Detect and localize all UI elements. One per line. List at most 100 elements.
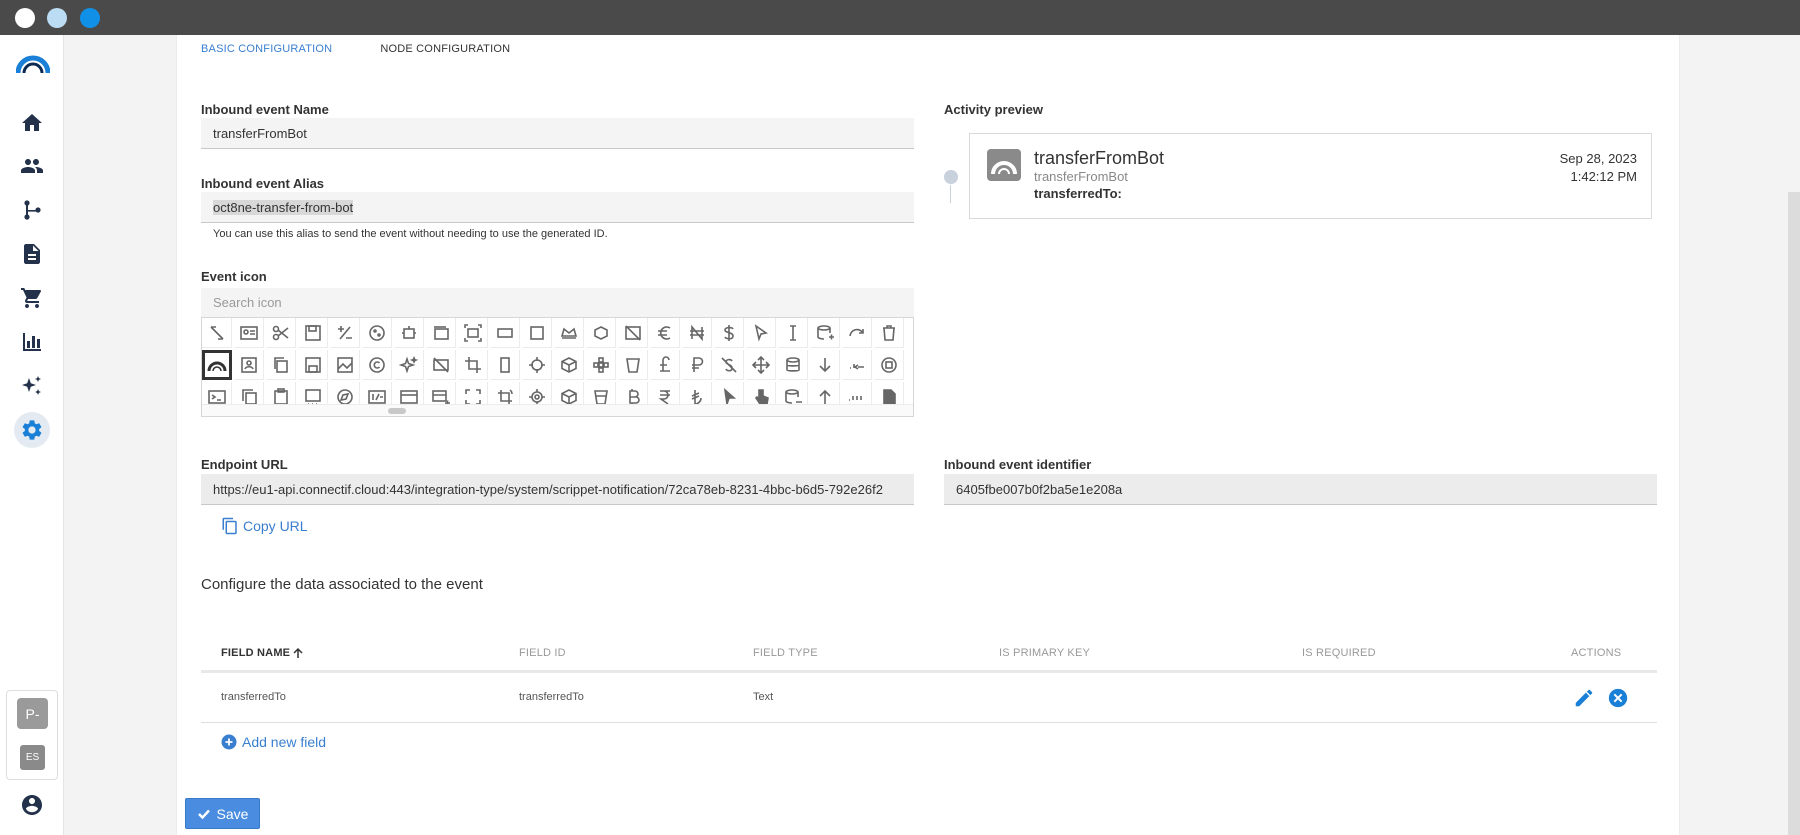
- cards-stack-icon[interactable]: [426, 318, 456, 348]
- bridge-blocks-icon[interactable]: [586, 350, 616, 380]
- sidebar-item-account[interactable]: [14, 787, 50, 823]
- cube-icon[interactable]: [554, 350, 584, 380]
- profile-badge[interactable]: P-: [17, 698, 48, 729]
- icon-grid-scrollbar-thumb[interactable]: [388, 408, 406, 414]
- pencil-icon: [1575, 689, 1593, 707]
- naira-icon[interactable]: [682, 318, 712, 348]
- page-scrollbar-thumb[interactable]: [1788, 192, 1800, 835]
- dollar-icon[interactable]: [714, 318, 744, 348]
- trash-icon[interactable]: [874, 318, 904, 348]
- cell-field-name: transferredTo: [221, 691, 286, 703]
- window-maximize-control[interactable]: [80, 8, 100, 28]
- content-save-icon[interactable]: [298, 350, 328, 380]
- save-button-label: Save: [216, 805, 249, 822]
- sort-ascending-icon: [293, 647, 303, 658]
- sidebar-item-content[interactable]: [14, 236, 50, 272]
- icon-grid-scrollbar[interactable]: [202, 404, 913, 416]
- crop-icon[interactable]: [458, 350, 488, 380]
- event-alias-label: Inbound event Alias: [201, 176, 325, 191]
- timeline-dot: [944, 170, 958, 184]
- cursor-move-icon[interactable]: [746, 350, 776, 380]
- column-field-id[interactable]: FIELD ID: [519, 647, 566, 659]
- card-off-icon[interactable]: [426, 350, 456, 380]
- scissors-icon[interactable]: [266, 318, 296, 348]
- check-icon: [197, 809, 210, 819]
- copy-url-link[interactable]: Copy URL: [221, 517, 308, 535]
- cursor-icon[interactable]: [746, 318, 776, 348]
- event-name-input[interactable]: transferFromBot: [201, 118, 914, 149]
- crosshairs-icon[interactable]: [522, 350, 552, 380]
- cube-move-icon[interactable]: [586, 318, 616, 348]
- column-is-required[interactable]: IS REQUIRED: [1302, 647, 1376, 659]
- portrait-rectangle-icon[interactable]: [490, 350, 520, 380]
- column-field-name-label: FIELD NAME: [221, 647, 291, 659]
- tab-node-configuration[interactable]: NODE CONFIGURATION: [380, 43, 510, 55]
- connectif-logo-icon[interactable]: [16, 53, 50, 75]
- column-field-name[interactable]: FIELD NAME: [221, 647, 304, 659]
- database-icon[interactable]: [778, 350, 808, 380]
- id-card-icon[interactable]: [234, 318, 264, 348]
- timeline-line: [950, 185, 951, 203]
- copy-doc-icon[interactable]: [266, 350, 296, 380]
- pound-icon[interactable]: [650, 350, 680, 380]
- custom-arch-icon[interactable]: [202, 350, 232, 380]
- plus-minus-icon[interactable]: [330, 318, 360, 348]
- tab-basic-configuration[interactable]: BASIC CONFIGURATION: [201, 43, 332, 55]
- sidebar-item-settings[interactable]: [14, 412, 50, 448]
- sidebar-item-workflows[interactable]: [14, 192, 50, 228]
- sidebar-item-store[interactable]: [14, 280, 50, 316]
- floppy-save-icon[interactable]: [298, 318, 328, 348]
- cookie-icon[interactable]: [362, 318, 392, 348]
- window-titlebar: [0, 0, 1800, 35]
- event-name-label: Inbound event Name: [201, 102, 329, 117]
- copyright-icon[interactable]: [362, 350, 392, 380]
- redo-icon[interactable]: [842, 318, 872, 348]
- text-cursor-icon[interactable]: [778, 318, 808, 348]
- cup-icon[interactable]: [618, 350, 648, 380]
- image-edit-icon[interactable]: [330, 350, 360, 380]
- event-alias-input[interactable]: oct8ne-transfer-from-bot: [201, 192, 914, 223]
- decimal-decrease-icon[interactable]: [842, 350, 872, 380]
- frame-icon[interactable]: [458, 318, 488, 348]
- preview-event-icon: [987, 149, 1021, 181]
- currency-off-icon[interactable]: [714, 350, 744, 380]
- page-scrollbar[interactable]: [1788, 35, 1800, 835]
- copy-url-label: Copy URL: [243, 518, 308, 534]
- window-minimize-control[interactable]: [47, 8, 67, 28]
- icon-search-input[interactable]: [201, 288, 914, 317]
- stars-icon[interactable]: [394, 350, 424, 380]
- event-identifier-field[interactable]: 6405fbe007b0f2ba5e1e208a: [944, 474, 1657, 505]
- cart-icon: [21, 288, 42, 308]
- language-badge[interactable]: ES: [20, 745, 45, 770]
- activity-preview-card: transferFromBot transferFromBot transfer…: [969, 133, 1652, 219]
- square-icon[interactable]: [522, 318, 552, 348]
- home-icon: [22, 114, 42, 131]
- cell-field-id: transferredTo: [519, 691, 584, 703]
- crown-icon[interactable]: [554, 318, 584, 348]
- delete-field-button[interactable]: [1607, 687, 1629, 709]
- image-off-icon[interactable]: [618, 318, 648, 348]
- robot-icon[interactable]: [394, 318, 424, 348]
- endpoint-url-field[interactable]: https://eu1-api.connectif.cloud:443/inte…: [201, 474, 914, 505]
- sidebar-item-contacts[interactable]: [14, 148, 50, 184]
- trash-circle-icon[interactable]: [874, 350, 904, 380]
- sidebar-item-home[interactable]: [14, 105, 50, 141]
- people-icon: [21, 159, 43, 173]
- database-plus-icon[interactable]: [810, 318, 840, 348]
- window-close-control[interactable]: [15, 8, 35, 28]
- edit-field-button[interactable]: [1573, 687, 1595, 709]
- ruble-icon[interactable]: [682, 350, 712, 380]
- icon-picker-grid: [201, 317, 914, 417]
- column-field-type[interactable]: FIELD TYPE: [753, 647, 818, 659]
- column-is-primary-key[interactable]: IS PRIMARY KEY: [999, 647, 1090, 659]
- fields-table-header: FIELD NAME FIELD ID FIELD TYPE IS PRIMAR…: [201, 635, 1657, 673]
- sidebar-item-ai[interactable]: [14, 368, 50, 404]
- arrow-down-icon[interactable]: [810, 350, 840, 380]
- euro-icon[interactable]: [650, 318, 680, 348]
- add-new-field-link[interactable]: Add new field: [221, 734, 326, 750]
- sidebar-item-reports[interactable]: [14, 324, 50, 360]
- save-button[interactable]: Save: [185, 798, 260, 829]
- contact-card-icon[interactable]: [234, 350, 264, 380]
- rectangle-icon[interactable]: [490, 318, 520, 348]
- resize-diagonal-icon[interactable]: [202, 318, 232, 348]
